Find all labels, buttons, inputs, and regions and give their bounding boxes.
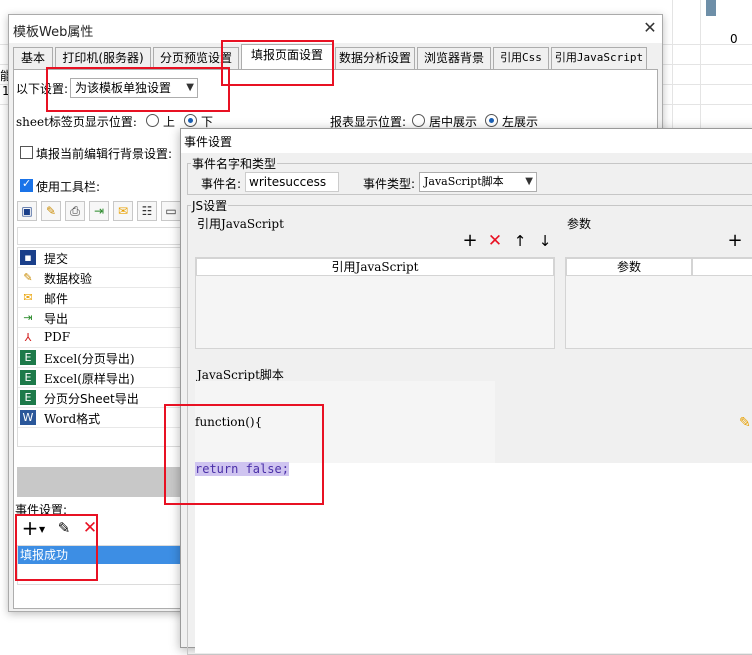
- list-item-label: Word格式: [44, 412, 101, 426]
- highlight-fill-tab: [221, 40, 334, 86]
- params-table-header: 参数: [566, 258, 692, 276]
- list-item[interactable]: ▪ 提交: [18, 248, 188, 268]
- highlight-event: [15, 514, 98, 581]
- event-type-label: 事件类型:: [363, 177, 416, 191]
- add-param-icon[interactable]: +: [726, 232, 744, 250]
- save-icon[interactable]: ▣: [17, 201, 37, 221]
- params-label: 参数: [567, 217, 592, 231]
- fill-bg-label: 填报当前编辑行背景设置:: [36, 147, 173, 161]
- radio-sheet-top[interactable]: [146, 114, 159, 127]
- ref-js-table-header: 引用JavaScript: [196, 258, 554, 276]
- tab-browser-background[interactable]: 浏览器背景: [417, 47, 491, 69]
- background-scroll-handle: [706, 0, 716, 16]
- event-name-input[interactable]: writesuccess: [245, 172, 339, 192]
- toolbar-preview: ▣ ✎ ⎙ ⇥ ✉ ☷ ▭: [17, 201, 187, 223]
- list-item[interactable]: ✎ 数据校验: [18, 268, 188, 288]
- list-item-label: PDF: [44, 330, 71, 344]
- highlight-apply-setting: [46, 67, 230, 112]
- move-up-icon[interactable]: ↑: [511, 232, 529, 250]
- event-name-type-group-label: 事件名字和类型: [191, 155, 278, 172]
- tab-basic[interactable]: 基本: [13, 47, 53, 69]
- export-icon: ⇥: [23, 311, 33, 324]
- add-ref-js-icon[interactable]: +: [461, 232, 479, 250]
- ref-js-label: 引用JavaScript: [197, 217, 284, 231]
- event-name-label: 事件名:: [201, 177, 242, 191]
- list-item[interactable]: ✉ 邮件: [18, 288, 188, 308]
- close-icon[interactable]: ✕: [641, 18, 659, 37]
- validate-icon: ✎: [23, 271, 33, 284]
- layout-icon[interactable]: ☷: [137, 201, 157, 221]
- page-icon[interactable]: ▭: [161, 201, 181, 221]
- list-item-label: Excel(原样导出): [44, 372, 135, 386]
- ref-js-table: 引用JavaScript: [195, 257, 555, 349]
- list-item-label: 导出: [44, 312, 69, 326]
- list-item[interactable]: ⅄ PDF: [18, 328, 188, 348]
- toolbar-preview-strip: [17, 227, 189, 245]
- list-item[interactable]: ⇥ 导出: [18, 308, 188, 328]
- tab-data-analysis[interactable]: 数据分析设置: [335, 47, 415, 69]
- list-item-label: 分页分Sheet导出: [44, 392, 139, 406]
- chevron-down-icon: ▼: [525, 176, 533, 187]
- params-table-header-2: [692, 258, 752, 276]
- window-title: 模板Web属性: [13, 25, 94, 40]
- move-down-icon[interactable]: ↓: [536, 232, 554, 250]
- list-item[interactable]: E Excel(原样导出): [18, 368, 188, 388]
- radio-report-center[interactable]: [412, 114, 425, 127]
- word-icon: W: [20, 410, 36, 425]
- event-settings-dialog: 事件设置 事件名字和类型 事件名: writesuccess 事件类型: Jav…: [180, 128, 752, 655]
- excel-icon: E: [20, 390, 36, 405]
- radio-report-left[interactable]: [485, 114, 498, 127]
- list-item[interactable]: E Excel(分页导出): [18, 348, 188, 368]
- mail-icon[interactable]: ✉: [113, 201, 133, 221]
- sheet-tab-position-label: sheet标签页显示位置:: [16, 115, 137, 129]
- dialog-titlebar: 事件设置: [181, 129, 752, 153]
- event-type-value: JavaScript脚本: [424, 175, 504, 188]
- excel-icon: E: [20, 350, 36, 365]
- list-item[interactable]: E 分页分Sheet导出: [18, 388, 188, 408]
- highlight-code: [164, 404, 324, 505]
- fill-bg-checkbox[interactable]: [20, 146, 33, 159]
- tab-ref-css[interactable]: 引用Css: [493, 47, 549, 69]
- list-item[interactable]: W Word格式: [18, 408, 188, 428]
- dialog-title: 事件设置: [184, 135, 233, 149]
- event-type-select[interactable]: JavaScript脚本 ▼: [419, 172, 537, 192]
- print-icon[interactable]: ⎙: [65, 201, 85, 221]
- validate-icon[interactable]: ✎: [41, 201, 61, 221]
- tab-ref-javascript[interactable]: 引用JavaScript: [551, 47, 647, 69]
- params-table: 参数: [565, 257, 752, 349]
- format-code-icon[interactable]: ✎: [739, 415, 751, 431]
- export-icon[interactable]: ⇥: [89, 201, 109, 221]
- mail-icon: ✉: [23, 291, 33, 304]
- radio-sheet-top-label: 上: [163, 115, 176, 129]
- window-titlebar: 模板Web属性 ✕: [9, 15, 662, 43]
- use-toolbar-label: 使用工具栏:: [36, 180, 101, 194]
- radio-sheet-bottom[interactable]: [184, 114, 197, 127]
- list-item-label: 数据校验: [44, 272, 93, 286]
- tab-printer[interactable]: 打印机(服务器): [55, 47, 151, 69]
- list-item-label: 提交: [44, 252, 69, 266]
- excel-icon: E: [20, 370, 36, 385]
- list-item-label: 邮件: [44, 292, 69, 306]
- list-item-label: Excel(分页导出): [44, 352, 135, 366]
- pdf-icon: ⅄: [24, 331, 32, 344]
- js-settings-group-label: JS设置: [191, 197, 229, 214]
- delete-ref-js-icon[interactable]: ✕: [486, 232, 504, 250]
- save-icon: ▪: [20, 250, 36, 265]
- use-toolbar-checkbox[interactable]: [20, 177, 33, 192]
- background-cell-value: 0: [730, 32, 738, 46]
